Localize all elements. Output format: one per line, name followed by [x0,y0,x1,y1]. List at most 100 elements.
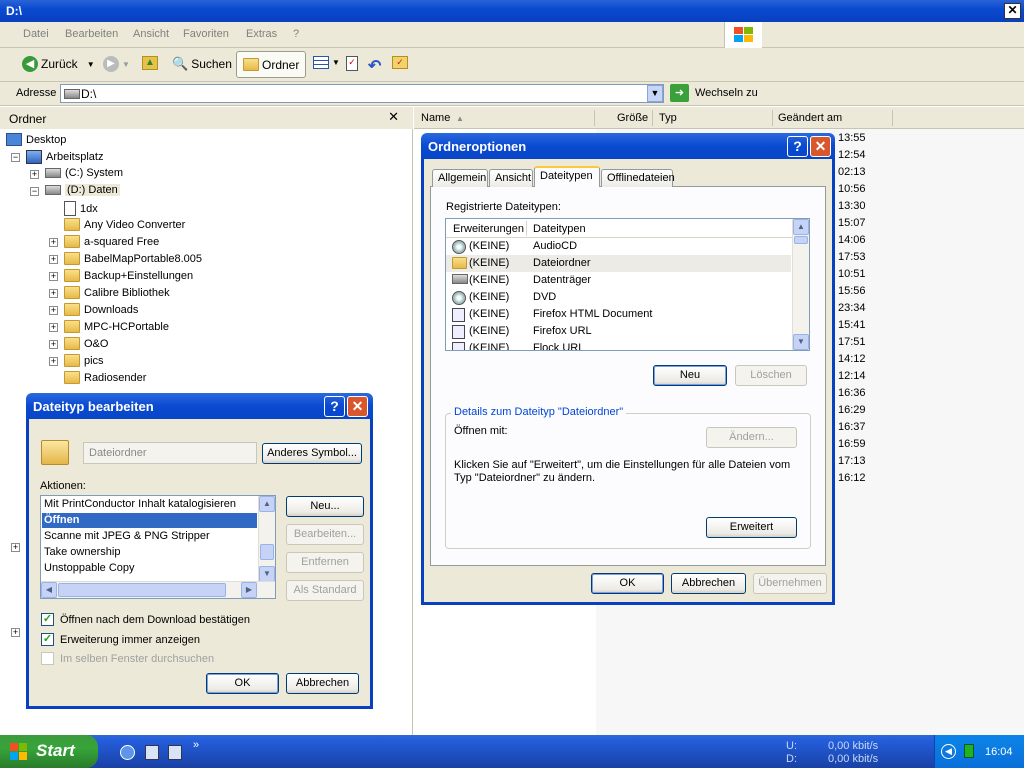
show-extension-checkbox[interactable]: ✓ Erweiterung immer anzeigen [41,633,200,646]
tree-item-drive-c[interactable]: (C:) System [45,167,123,179]
confirm-open-checkbox[interactable]: ✓ Öffnen nach dem Download bestätigen [41,613,250,626]
search-button[interactable]: 🔍 Suchen [172,56,232,72]
back-dropdown-icon[interactable]: ▼ [87,60,95,69]
change-button[interactable]: Ändern... [706,427,797,448]
change-icon-button[interactable]: Anderes Symbol... [262,443,362,464]
cancel-button[interactable]: Abbrechen [286,673,359,694]
address-input[interactable]: D:\ [60,84,664,103]
close-button[interactable]: ✕ [347,396,368,417]
file-types-list[interactable]: Erweiterungen Dateitypen (KEINE) AudioCD (… [445,218,810,351]
col-size[interactable]: Größe [617,112,648,124]
file-type-ext[interactable]: (KEINE) [469,342,509,350]
back-button[interactable]: ◀ Zurück ▼ [22,56,95,72]
remove-action-button[interactable]: Entfernen [286,552,364,573]
ok-button[interactable]: OK [591,573,664,594]
expand-icon[interactable]: + [49,272,58,281]
file-type-name[interactable]: DVD [533,291,556,303]
menu-favoriten[interactable]: Favoriten [183,28,229,40]
tree-item-folder[interactable]: Downloads [64,303,138,316]
col-extensions[interactable]: Erweiterungen [453,223,524,235]
properties-button[interactable]: ✓ [346,56,358,71]
action-item[interactable]: Mit PrintConductor Inhalt katalogisieren [42,497,257,512]
file-type-ext[interactable]: (KEINE) [469,240,509,252]
file-type-name[interactable]: Flock URL [533,342,584,350]
tree-item-drive-d[interactable]: (D:) Daten [45,184,120,196]
forward-button[interactable]: ▶ ▼ [103,56,130,72]
expand-icon[interactable]: + [49,306,58,315]
col-name[interactable]: Name [421,112,450,124]
address-dropdown-icon[interactable]: ▼ [647,85,663,102]
help-button[interactable]: ? [324,396,345,417]
expand-icon[interactable]: + [49,340,58,349]
scroll-up-icon[interactable]: ▲ [259,496,275,512]
actions-vscrollbar[interactable]: ▲ ▼ [258,496,275,582]
menu-ansicht[interactable]: Ansicht [133,28,169,40]
quicklaunch-app-icon[interactable] [168,745,182,760]
cancel-button[interactable]: Abbrechen [671,573,746,594]
close-icon[interactable]: ✕ [388,109,399,125]
file-type-name[interactable]: Firefox URL [533,325,592,337]
type-name-input[interactable]: Dateiordner [83,442,257,464]
actions-hscrollbar[interactable]: ◀ ▶ [41,581,275,598]
up-folder-button[interactable]: ▲ [142,56,158,70]
menu-bearbeiten[interactable]: Bearbeiten [65,28,118,40]
col-modified[interactable]: Geändert am [778,112,842,124]
hscroll-thumb[interactable] [58,583,226,597]
new-type-button[interactable]: Neu [653,365,727,386]
edit-action-button[interactable]: Bearbeiten... [286,524,364,545]
col-type[interactable]: Typ [659,112,677,124]
quicklaunch-calc-icon[interactable] [145,745,159,760]
tree-item-folder[interactable]: pics [64,354,104,367]
tab-allgemein[interactable]: Allgemein [432,169,488,187]
go-button[interactable]: ➜ Wechseln zu [670,84,758,102]
tree-item-folder[interactable]: BabelMapPortable8.005 [64,252,202,265]
tree-item-arbeitsplatz[interactable]: Arbeitsplatz [26,150,103,164]
file-type-name[interactable]: AudioCD [533,240,577,252]
tree-item-folder[interactable]: Calibre Bibliothek [64,286,170,299]
ok-button[interactable]: OK [206,673,279,694]
close-button[interactable]: ✕ [1004,3,1021,19]
file-type-ext[interactable]: (KEINE) [469,274,509,286]
scroll-left-icon[interactable]: ◀ [41,582,57,598]
actions-list[interactable]: Mit PrintConductor Inhalt katalogisieren… [40,495,276,599]
tab-dateitypen[interactable]: Dateitypen [534,166,600,187]
file-type-name[interactable]: Dateiordner [533,257,590,269]
close-button[interactable]: ✕ [810,136,831,157]
expand-icon[interactable]: + [49,357,58,366]
quicklaunch-more-icon[interactable]: » [193,739,199,751]
quicklaunch-ie-icon[interactable] [120,745,135,760]
tree-item-folder[interactable]: Backup+Einstellungen [64,269,193,282]
start-button[interactable]: Start [0,735,98,768]
file-type-ext[interactable]: (KEINE) [469,257,509,269]
collapse-icon[interactable]: − [11,153,20,162]
tree-item-desktop[interactable]: Desktop [6,133,66,146]
expand-icon[interactable]: + [49,238,58,247]
menu-help[interactable]: ? [293,28,299,40]
scroll-down-icon[interactable]: ▼ [259,566,275,582]
tree-item-folder[interactable]: MPC-HCPortable [64,320,169,333]
set-default-button[interactable]: Als Standard [286,580,364,601]
scroll-right-icon[interactable]: ▶ [241,582,257,598]
new-action-button[interactable]: Neu... [286,496,364,517]
file-type-ext[interactable]: (KEINE) [469,291,509,303]
scroll-thumb[interactable] [794,236,808,244]
clock[interactable]: 16:04 [985,746,1013,758]
collapse-icon[interactable]: − [30,187,39,196]
file-type-ext[interactable]: (KEINE) [469,308,509,320]
expand-icon[interactable]: + [11,543,20,552]
scroll-down-icon[interactable]: ▼ [793,334,809,350]
scroll-thumb[interactable] [260,544,274,560]
action-item[interactable]: Scanne mit JPEG & PNG Stripper [42,529,257,544]
list-scrollbar[interactable]: ▲ ▼ [792,219,809,350]
expand-icon[interactable]: + [49,255,58,264]
tray-expand-icon[interactable]: ◀ [941,744,956,759]
tree-item-folder[interactable]: O&O [64,337,108,350]
file-type-name[interactable]: Datenträger [533,274,591,286]
action-item[interactable]: Take ownership [42,545,257,560]
expand-icon[interactable]: + [30,170,39,179]
views-button[interactable]: ▼ [313,56,340,69]
expand-icon[interactable]: + [11,628,20,637]
file-type-ext[interactable]: (KEINE) [469,325,509,337]
tree-item-folder[interactable]: Radiosender [64,371,146,384]
tab-ansicht[interactable]: Ansicht [489,169,533,187]
